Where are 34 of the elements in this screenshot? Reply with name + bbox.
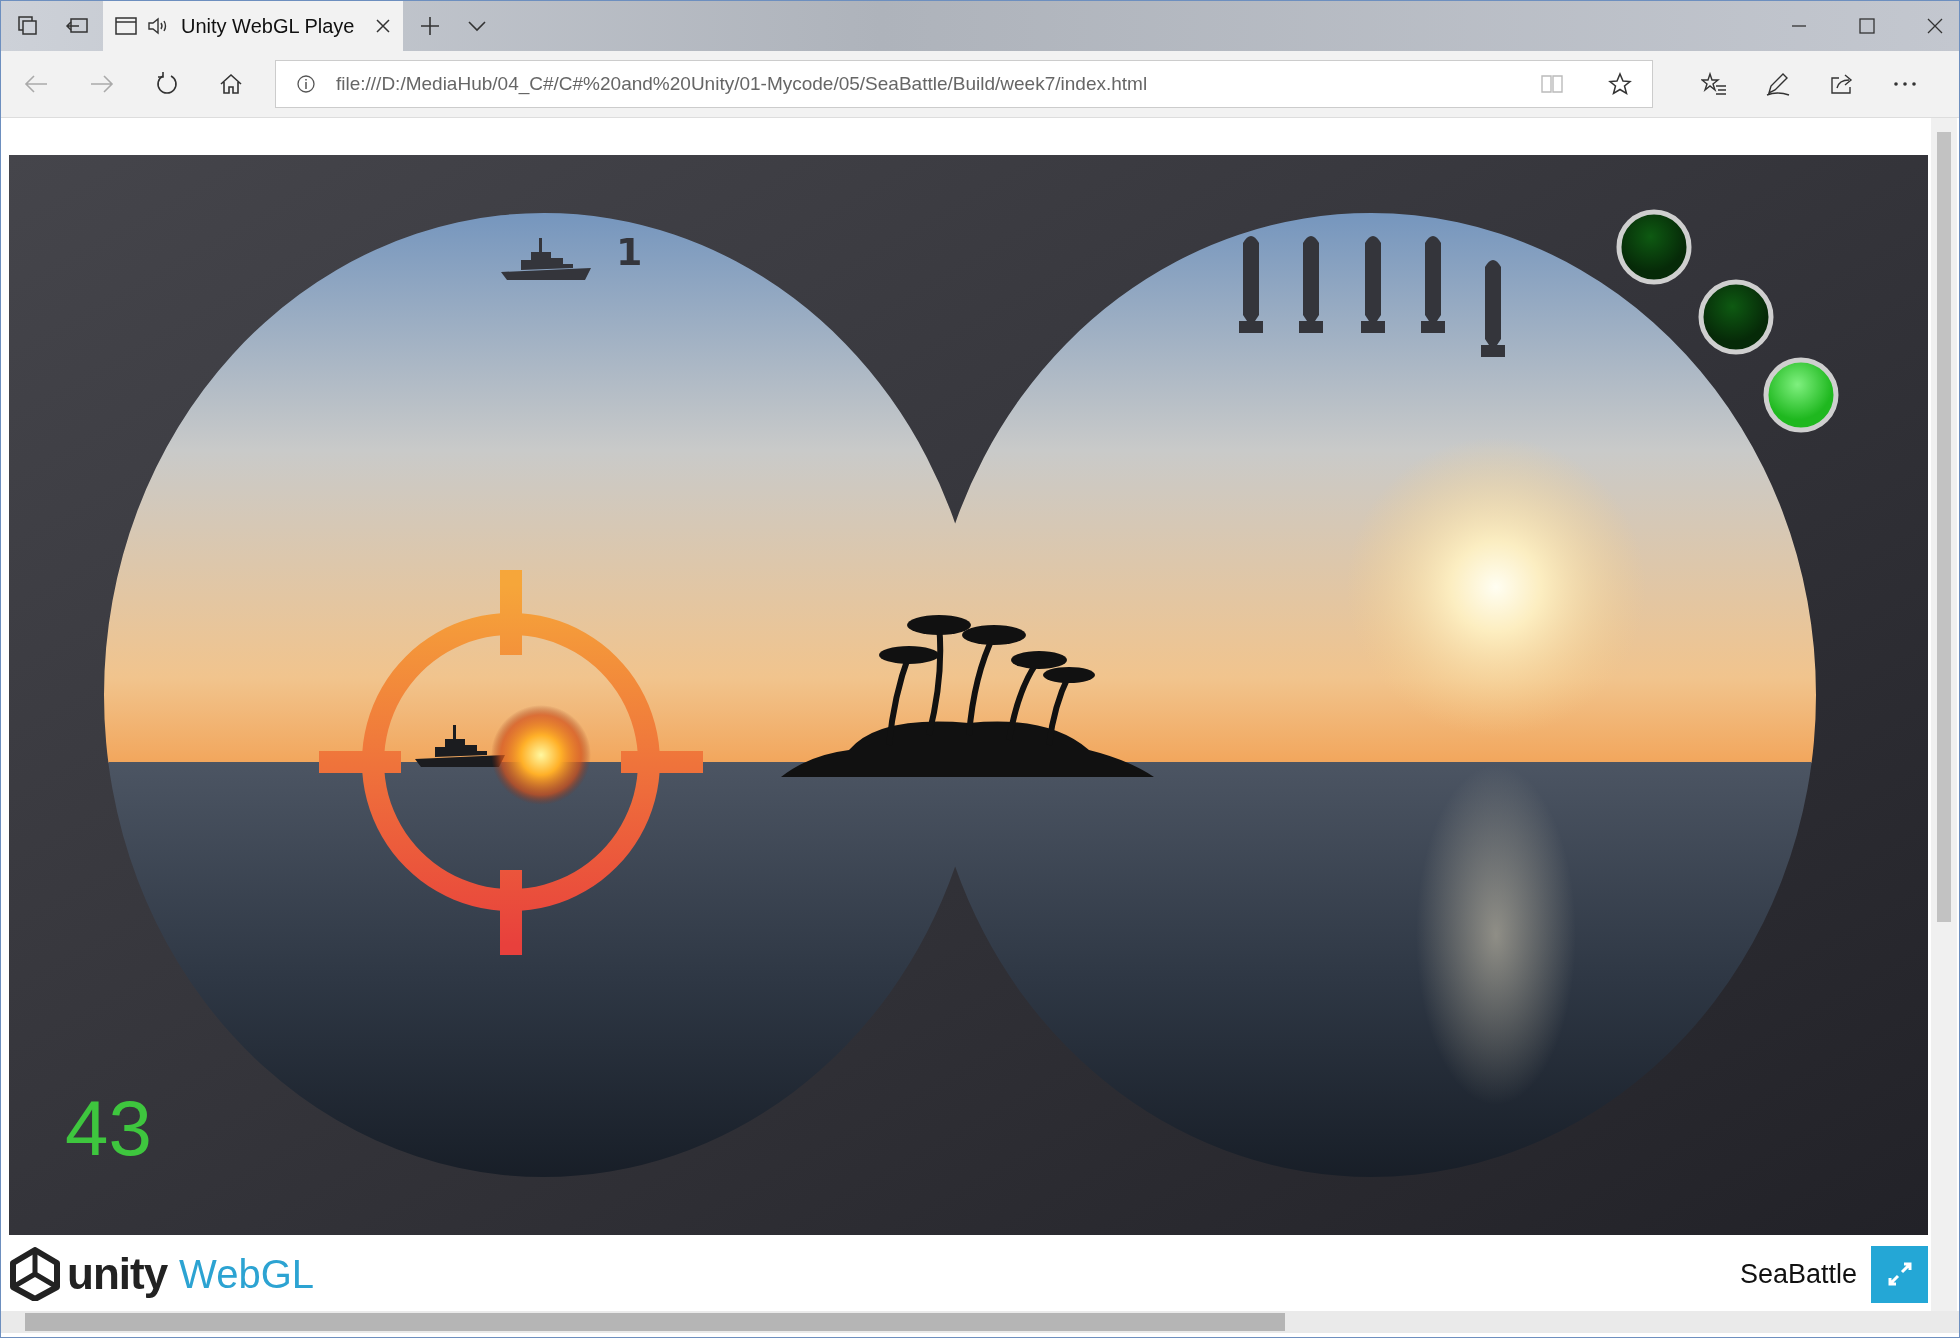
fullscreen-button[interactable] [1871,1245,1928,1303]
torpedo-icon [1421,236,1445,333]
refresh-icon[interactable] [155,72,179,96]
vertical-scrollbar[interactable] [1931,118,1957,1311]
address-bar[interactable]: file:///D:/MediaHub/04_C#/C#%20and%20Unity/01-Mycode/05/SeaBattle/Build/week7/index.html [275,60,1653,108]
favorites-icon[interactable] [1701,72,1727,96]
home-icon[interactable] [219,72,243,96]
browser-tab[interactable]: Unity WebGL Playe [103,1,403,51]
close-tab-icon[interactable] [375,18,391,34]
more-icon[interactable] [1893,81,1917,87]
maximize-icon[interactable] [1859,18,1875,34]
game-canvas[interactable]: 1 43 [9,155,1928,1235]
game-title: SeaBattle [1739,1258,1857,1290]
webgl-logo-text: WebGL [179,1251,314,1297]
timer-text: 43 [65,1084,152,1172]
ships-sunk-count: 1 [616,230,643,274]
torpedo-icon [1299,236,1323,333]
unity-logo-icon [9,1247,61,1301]
close-icon[interactable] [1927,18,1943,34]
ship-icon [501,238,591,280]
address-text: file:///D:/MediaHub/04_C#/C#%20and%20Unity/01-Mycode/05/SeaBattle/Build/week7/index.html [336,73,1148,95]
new-tab-icon[interactable] [419,15,441,37]
pen-icon[interactable] [1765,71,1791,97]
set-aside-tabs-icon[interactable] [65,16,89,36]
horizontal-scrollbar[interactable] [1,1311,1959,1333]
torpedo-icon [1239,236,1263,333]
page-icon [115,17,137,35]
torpedo-icon [1361,236,1385,333]
torpedo-icon [1481,260,1505,357]
unity-logo-text: unity [67,1249,168,1299]
tab-list-icon[interactable] [17,15,39,37]
star-icon[interactable] [1608,72,1632,96]
info-icon[interactable] [296,74,316,94]
chevron-down-icon[interactable] [467,20,487,32]
